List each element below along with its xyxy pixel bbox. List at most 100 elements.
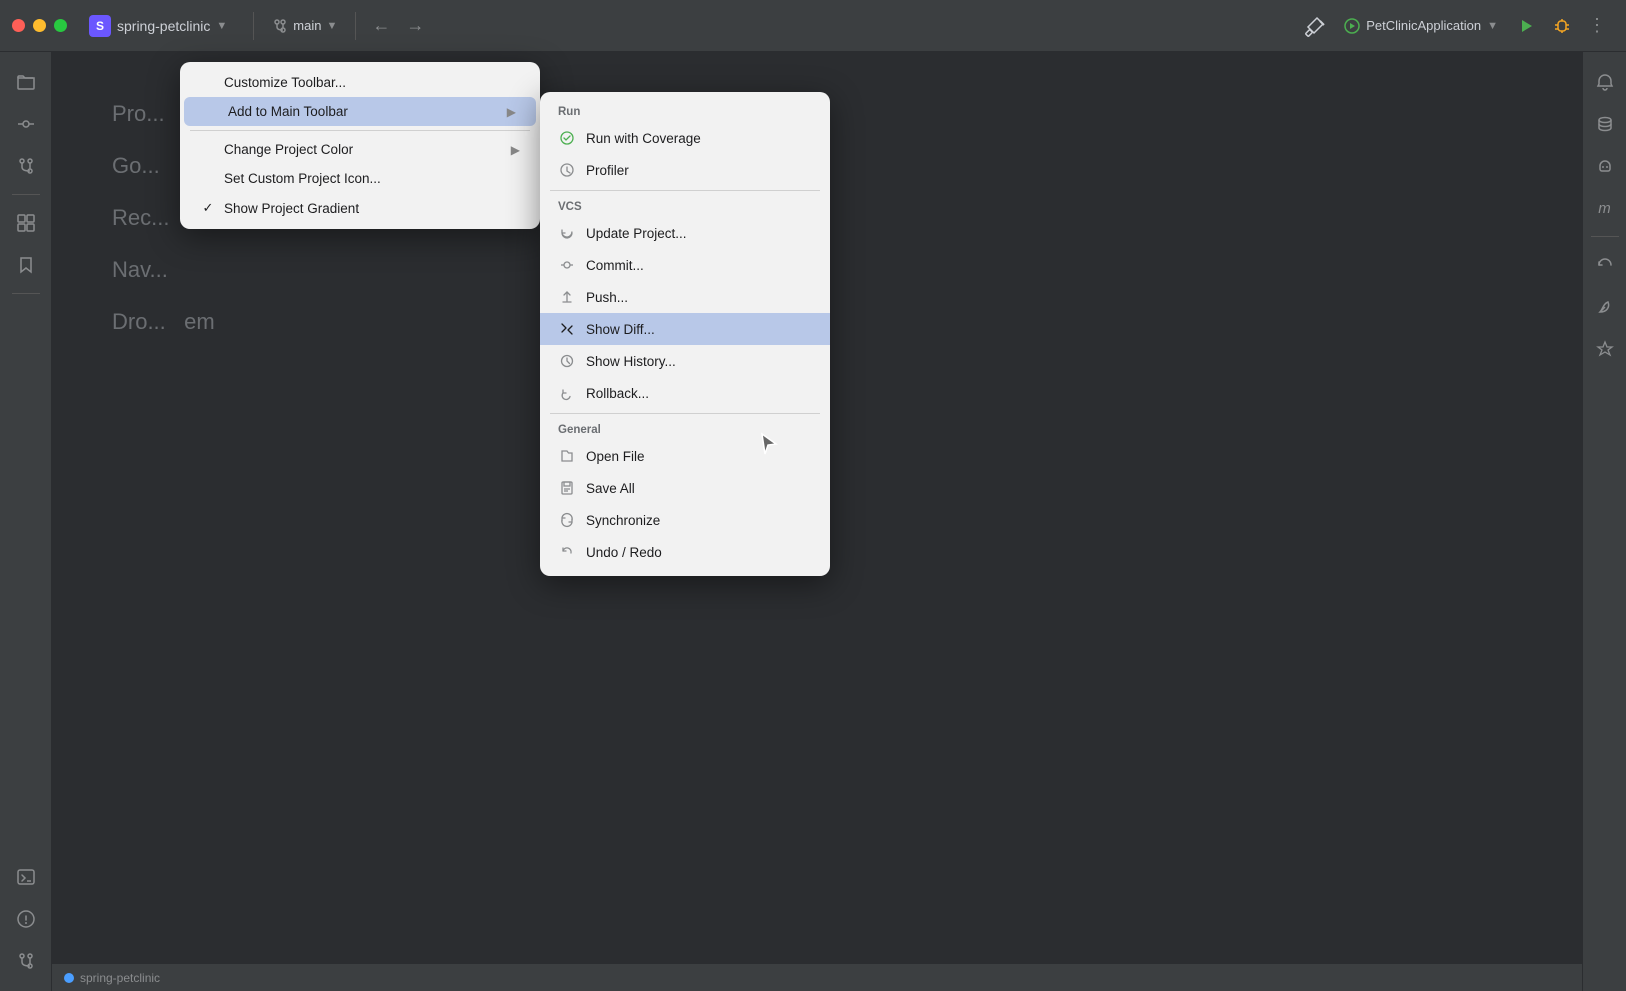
right-sidebar-leaf-icon[interactable] <box>1587 289 1623 325</box>
nav-back-button[interactable]: ← <box>366 11 396 40</box>
sidebar-separator-2 <box>12 293 40 294</box>
add-main-toolbar-arrow: ▶ <box>507 105 516 119</box>
show-history-label: Show History... <box>586 354 676 369</box>
menu-item-custom-icon[interactable]: Set Custom Project Icon... <box>180 164 540 193</box>
menu-item-push[interactable]: Push... <box>540 281 830 313</box>
menu-item-synchronize[interactable]: Synchronize <box>540 504 830 536</box>
menu-item-profiler[interactable]: Profiler <box>540 154 830 186</box>
push-icon <box>558 288 576 306</box>
status-dot <box>64 973 74 983</box>
show-diff-label: Show Diff... <box>586 322 655 337</box>
run-coverage-icon <box>558 129 576 147</box>
context-menu-toolbar: Customize Toolbar... Add to Main Toolbar… <box>180 62 540 229</box>
minimize-button[interactable] <box>33 19 46 32</box>
branch-dropdown-icon: ▼ <box>326 20 337 32</box>
menu-item-add-main-toolbar[interactable]: Add to Main Toolbar ▶ <box>184 97 536 126</box>
show-diff-icon <box>558 320 576 338</box>
context-menu-add-toolbar: Run Run with Coverage Profiler VCS <box>540 92 830 576</box>
sidebar-icon-apps[interactable] <box>8 205 44 241</box>
run-button[interactable] <box>1508 12 1544 40</box>
sidebar-icon-warning[interactable] <box>8 901 44 937</box>
right-sidebar-refresh-icon[interactable] <box>1587 247 1623 283</box>
titlebar-divider-1 <box>253 12 254 40</box>
nav-forward-button[interactable]: → <box>400 11 430 40</box>
right-sidebar-database-icon[interactable] <box>1587 106 1623 142</box>
menu-separator-1 <box>190 130 530 131</box>
run-config-selector[interactable]: PetClinicApplication ▼ <box>1334 14 1508 38</box>
menu-item-change-color[interactable]: Change Project Color ▶ <box>180 135 540 164</box>
menu-item-customize-toolbar[interactable]: Customize Toolbar... <box>180 68 540 97</box>
menu-item-save-all[interactable]: Save All <box>540 472 830 504</box>
undo-redo-icon <box>558 543 576 561</box>
add-main-toolbar-label: Add to Main Toolbar <box>228 104 348 119</box>
rollback-label: Rollback... <box>586 386 649 401</box>
debug-button[interactable] <box>1544 12 1580 40</box>
open-file-icon <box>558 447 576 465</box>
profiler-icon <box>558 161 576 179</box>
close-button[interactable] <box>12 19 25 32</box>
undo-redo-label: Undo / Redo <box>586 545 662 560</box>
custom-icon-label: Set Custom Project Icon... <box>224 171 381 186</box>
project-name: spring-petclinic <box>117 18 210 34</box>
project-dropdown-icon: ▼ <box>216 20 227 32</box>
vcs-section-label: VCS <box>540 195 830 217</box>
branch-name: main <box>293 18 321 33</box>
show-gradient-label: Show Project Gradient <box>224 201 359 216</box>
menu-item-update-project[interactable]: Update Project... <box>540 217 830 249</box>
sidebar-icon-commit[interactable] <box>8 106 44 142</box>
menu-item-run-coverage[interactable]: Run with Coverage <box>540 122 830 154</box>
open-file-label: Open File <box>586 449 645 464</box>
run-config-name: PetClinicApplication <box>1366 18 1481 33</box>
traffic-lights <box>12 19 67 32</box>
profiler-label: Profiler <box>586 163 629 178</box>
right-sidebar-bell-icon[interactable] <box>1587 64 1623 100</box>
menu-item-show-history[interactable]: Show History... <box>540 345 830 377</box>
sidebar-icon-bookmark[interactable] <box>8 247 44 283</box>
right-sidebar-star-icon[interactable] <box>1587 331 1623 367</box>
menu-item-show-diff[interactable]: Show Diff... <box>540 313 830 345</box>
right-sidebar-m-icon[interactable]: m <box>1587 190 1623 226</box>
commit-icon <box>558 256 576 274</box>
maximize-button[interactable] <box>54 19 67 32</box>
update-project-icon <box>558 224 576 242</box>
sidebar-icon-folder[interactable] <box>8 64 44 100</box>
titlebar-divider-2 <box>355 12 356 40</box>
run-coverage-label: Run with Coverage <box>586 131 701 146</box>
synchronize-label: Synchronize <box>586 513 660 528</box>
menu-item-commit[interactable]: Commit... <box>540 249 830 281</box>
sidebar-separator-1 <box>12 194 40 195</box>
general-section-label: General <box>540 418 830 440</box>
change-color-arrow: ▶ <box>511 143 520 157</box>
nav-arrows: ← → <box>366 11 430 40</box>
right-sidebar-ai-icon[interactable] <box>1587 148 1623 184</box>
sidebar-icon-branches[interactable] <box>8 148 44 184</box>
menu-item-rollback[interactable]: Rollback... <box>540 377 830 409</box>
build-button[interactable] <box>1296 11 1334 41</box>
menu-sep-vcs <box>550 190 820 191</box>
update-project-label: Update Project... <box>586 226 687 241</box>
run-config-dropdown-icon: ▼ <box>1487 20 1498 32</box>
branch-selector[interactable]: main ▼ <box>264 14 345 38</box>
project-icon: S <box>89 15 111 37</box>
menu-item-undo-redo[interactable]: Undo / Redo <box>540 536 830 568</box>
run-section-label: Run <box>540 100 830 122</box>
sidebar-bottom <box>8 859 44 979</box>
change-color-label: Change Project Color <box>224 142 353 157</box>
project-selector[interactable]: S spring-petclinic ▼ <box>81 11 235 41</box>
save-all-label: Save All <box>586 481 635 496</box>
more-options-button[interactable]: ⋮ <box>1580 11 1614 40</box>
save-all-icon <box>558 479 576 497</box>
left-sidebar <box>0 52 52 991</box>
commit-label: Commit... <box>586 258 644 273</box>
status-bar: spring-petclinic <box>52 963 1582 991</box>
right-sidebar-sep <box>1591 236 1619 237</box>
status-project-name: spring-petclinic <box>80 971 160 985</box>
sidebar-icon-terminal[interactable] <box>8 859 44 895</box>
synchronize-icon <box>558 511 576 529</box>
titlebar: S spring-petclinic ▼ main ▼ ← → <box>0 0 1626 52</box>
sidebar-icon-git-bottom[interactable] <box>8 943 44 979</box>
menu-sep-general <box>550 413 820 414</box>
menu-item-open-file[interactable]: Open File <box>540 440 830 472</box>
right-sidebar: m <box>1582 52 1626 991</box>
menu-item-show-gradient[interactable]: ✓ Show Project Gradient <box>180 193 540 223</box>
